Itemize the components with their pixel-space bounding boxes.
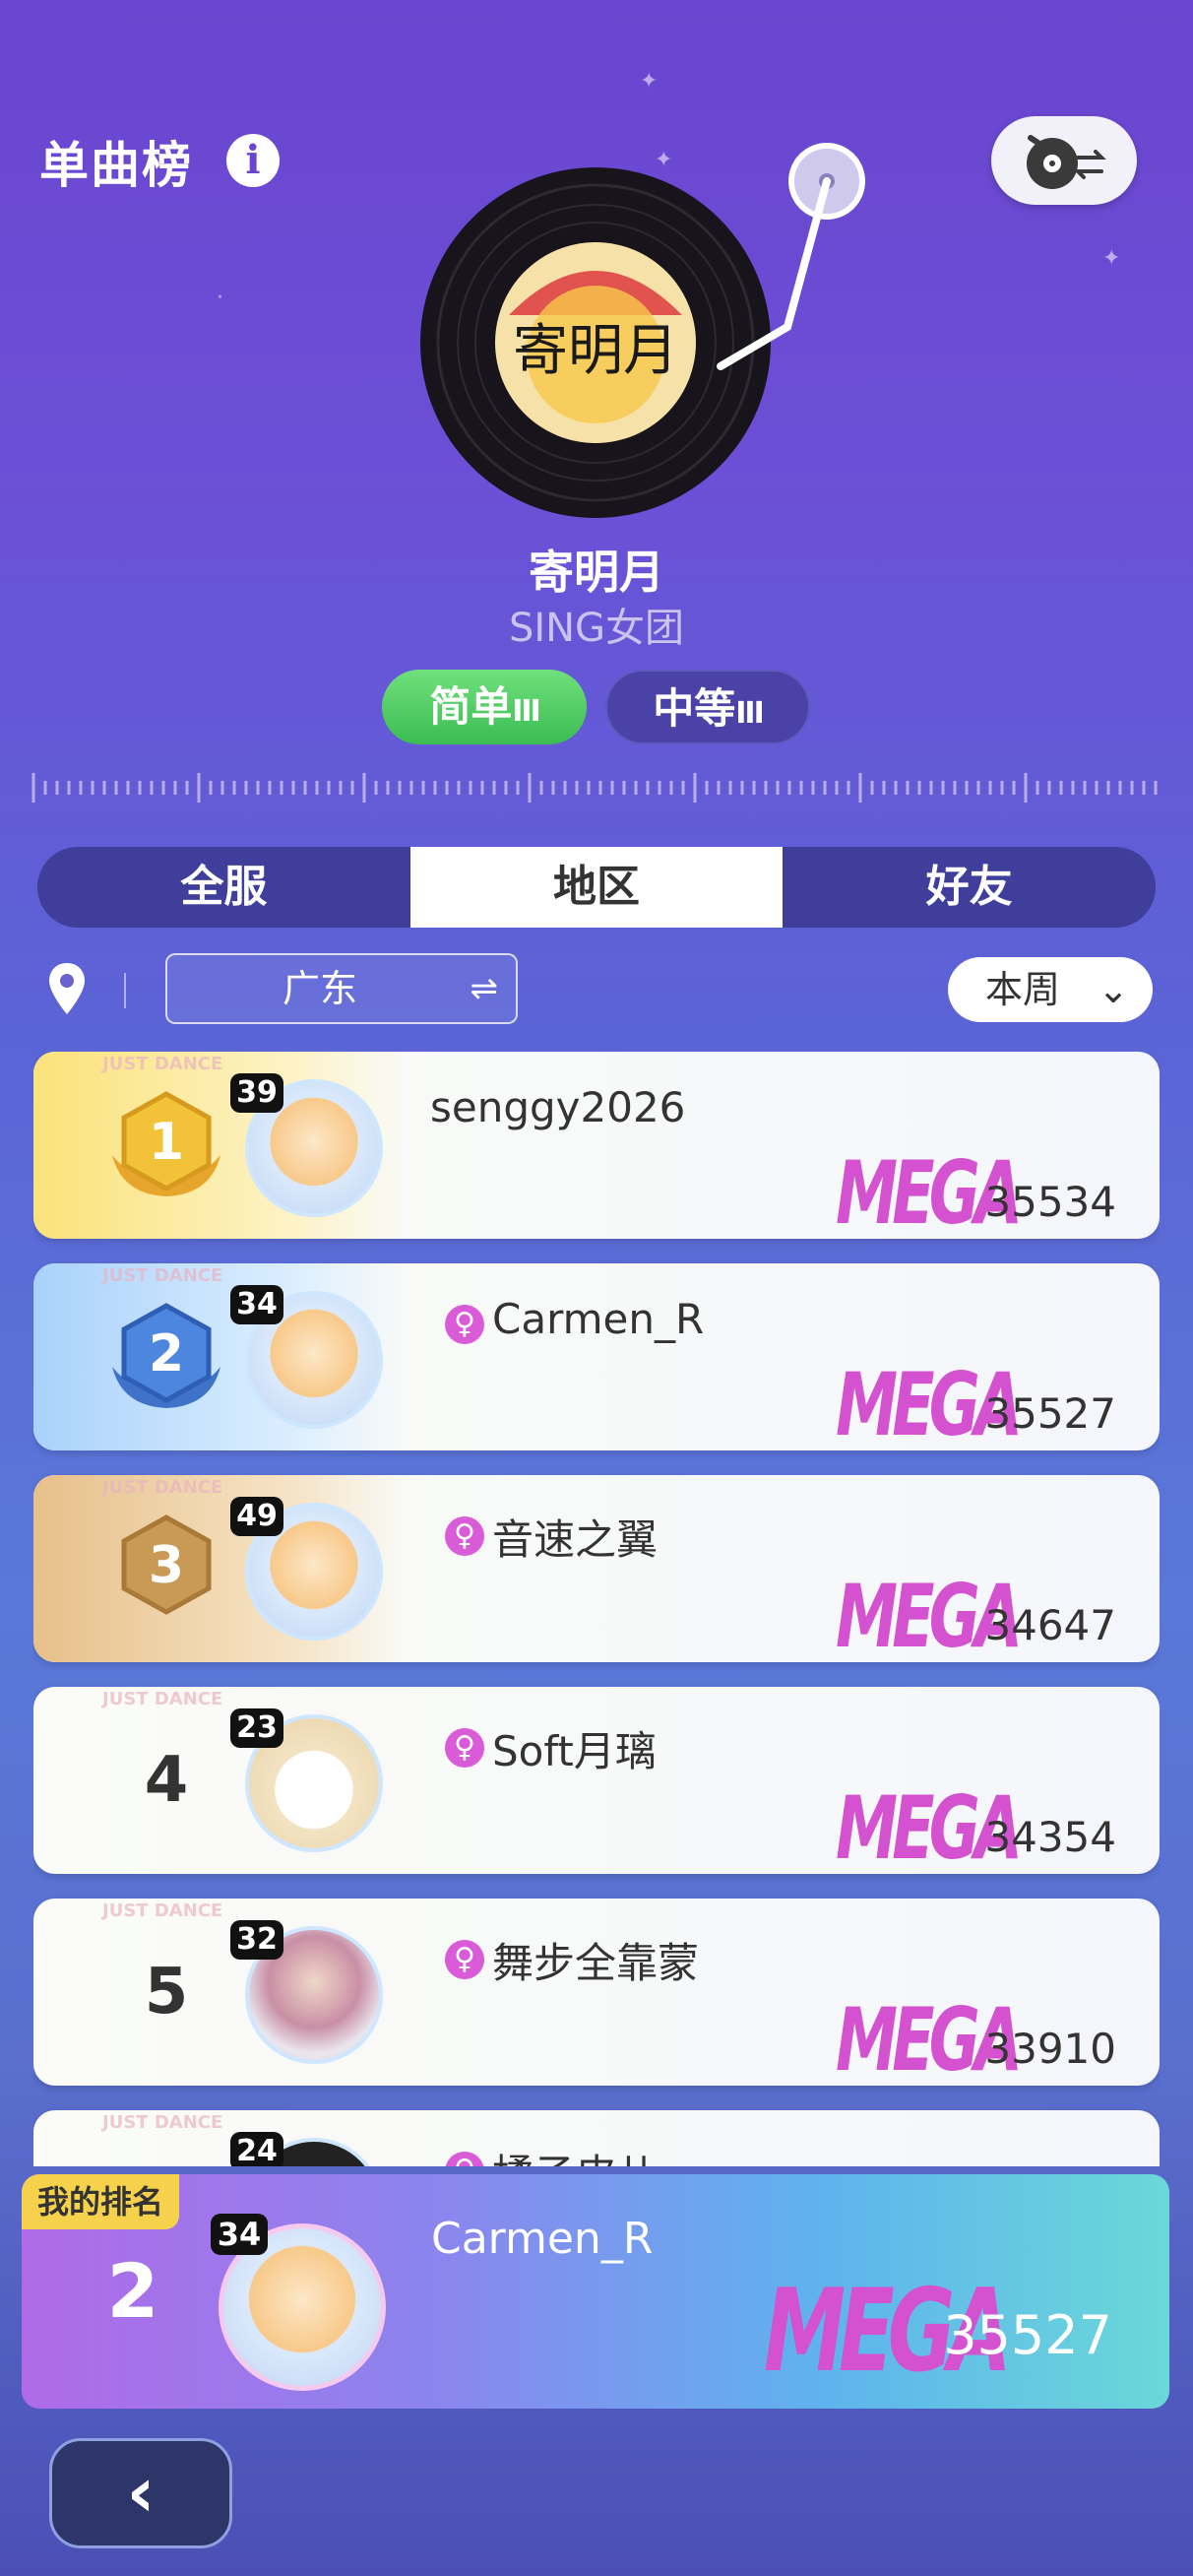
rank-number: 4 [144,1744,189,1817]
level-badge: 49 [230,1497,283,1536]
player-name: 音速之翼 [492,1515,659,1564]
rank-number: 2 [149,1324,184,1384]
my-level-badge: 34 [211,2214,268,2255]
difficulty-easy-button[interactable]: 简单III [382,670,587,744]
svg-text:寄明月: 寄明月 [513,319,678,383]
info-icon[interactable]: i [226,134,280,187]
difficulty-bars-icon: III [512,694,540,729]
leaderboard-row[interactable]: JUST DANCE 5 32 ♀ 舞步全靠蒙 MEGA 33910 [33,1899,1160,2086]
difficulty-bars-icon: III [735,696,764,731]
tonearm [717,143,865,370]
sparkle-decoration: · [217,286,223,310]
female-icon: ♀ [445,1940,484,1979]
page-title: 单曲榜 [39,137,193,194]
my-player-name: Carmen_R [431,2214,654,2264]
difficulty-medium-label: 中等 [653,684,736,733]
chevron-down-icon: ⌄ [1098,968,1129,1011]
song-title: 寄明月 [529,546,664,599]
score: 33910 [984,2025,1116,2073]
player-name: 舞步全靠蒙 [492,1939,700,1987]
brand-watermark: JUST DANCE [102,2112,223,2133]
waveform-divider [31,773,1158,803]
level-badge: 32 [230,1920,283,1960]
rank-number: 1 [149,1113,184,1172]
leaderboard-row[interactable]: JUST DANCE 1 39 senggy2026 MEGA 35534 [33,1052,1160,1239]
sparkle-decoration: ✦ [1102,246,1121,271]
player-name: Soft月璃 [492,1727,657,1775]
back-button[interactable]: ‹ [49,2438,232,2548]
level-badge: 23 [230,1708,283,1748]
rank-number: 5 [144,1956,189,2029]
leaderboard-row[interactable]: JUST DANCE 24 ♀ 橘子皮儿 [33,2110,1160,2166]
female-icon: ♀ [445,2152,484,2166]
score: 35534 [984,1178,1116,1226]
leaderboard-row[interactable]: JUST DANCE 4 23 ♀ Soft月璃 MEGA 34354 [33,1687,1160,1874]
tab-friends[interactable]: 好友 [783,847,1156,928]
my-rank-number: 2 [106,2247,159,2335]
difficulty-easy-label: 简单 [429,682,513,731]
tab-global[interactable]: 全服 [37,847,410,928]
period-label: 本周 [985,968,1061,1011]
silver-medal-icon: 2 [112,1303,220,1408]
leaderboard-row[interactable]: JUST DANCE 2 34 ♀ Carmen_R MEGA 35527 [33,1263,1160,1450]
female-icon: ♀ [445,1728,484,1768]
score: 35527 [984,1389,1116,1438]
level-badge: 34 [230,1285,283,1324]
swap-icon: ⇌ [470,969,499,1008]
player-name: Carmen_R [492,1295,705,1343]
bronze-medal-icon: 3 [121,1514,212,1615]
leaderboard-list[interactable]: JUST DANCE 1 39 senggy2026 MEGA 35534 JU… [33,1052,1160,2166]
scope-tabs: 全服 地区 好友 [37,847,1156,928]
female-icon: ♀ [445,1516,484,1556]
back-chevron-icon: ‹ [126,2452,156,2533]
brand-watermark: JUST DANCE [102,1265,223,1286]
period-dropdown[interactable]: 本周 ⌄ [948,957,1153,1022]
brand-watermark: JUST DANCE [102,1054,223,1074]
player-name: senggy2026 [430,1083,686,1131]
leaderboard-row[interactable]: JUST DANCE 3 49 ♀ 音速之翼 MEGA 34647 [33,1475,1160,1662]
location-pin-icon [49,963,85,1014]
level-badge: 24 [230,2132,283,2166]
song-artist: SING女团 [508,606,685,651]
player-name: 橘子皮儿 [492,2142,658,2166]
score: 34354 [984,1813,1116,1861]
brand-watermark: JUST DANCE [102,1477,223,1498]
divider [124,973,126,1008]
female-icon: ♀ [445,1305,484,1344]
my-rank-card[interactable]: 我的排名 2 34 Carmen_R MEGA 35527 [22,2174,1169,2409]
turntable-switch-icon [1027,135,1106,189]
region-selector[interactable]: 广东 ⇌ [165,953,518,1024]
gold-medal-icon: 1 [112,1091,220,1196]
score: 34647 [984,1601,1116,1649]
turntable-switch-button[interactable] [991,116,1137,205]
region-label: 广东 [282,967,357,1010]
sparkle-decoration: ✦ [640,69,659,94]
my-score: 35527 [943,2304,1112,2366]
tab-region[interactable]: 地区 [409,847,784,928]
rank-number: 3 [149,1536,184,1595]
level-badge: 39 [230,1073,283,1113]
difficulty-medium-button[interactable]: 中等III [605,670,810,744]
